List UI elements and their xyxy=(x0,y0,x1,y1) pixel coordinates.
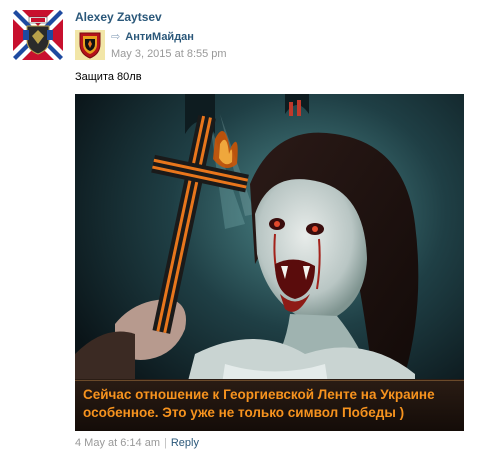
image-caption: Сейчас отношение к Георгиевской Ленте на… xyxy=(75,381,464,429)
reply-link[interactable]: Reply xyxy=(171,437,199,449)
image-caption-line-1: Сейчас отношение к Георгиевской Ленте на… xyxy=(83,387,435,402)
post-date-link[interactable]: 4 May at 6:14 am xyxy=(75,437,160,449)
repost-arrow-icon: ⇨ xyxy=(111,31,121,43)
author-avatar[interactable] xyxy=(13,10,63,60)
repost-line: ⇨ АнтиМайдан xyxy=(111,30,194,43)
repost-source-link[interactable]: АнтиМайдан xyxy=(125,31,194,43)
source-avatar[interactable] xyxy=(75,30,105,60)
repost-date[interactable]: May 3, 2015 at 8:55 pm xyxy=(111,48,227,60)
image-caption-line-2: особенное. Это уже не только символ Побе… xyxy=(83,405,405,420)
post-footer: 4 May at 6:14 am | Reply xyxy=(75,437,199,449)
footer-separator: | xyxy=(164,437,167,449)
post-text: Защита 80лв xyxy=(75,71,142,83)
author-name[interactable]: Alexey Zaytsev xyxy=(75,10,162,24)
